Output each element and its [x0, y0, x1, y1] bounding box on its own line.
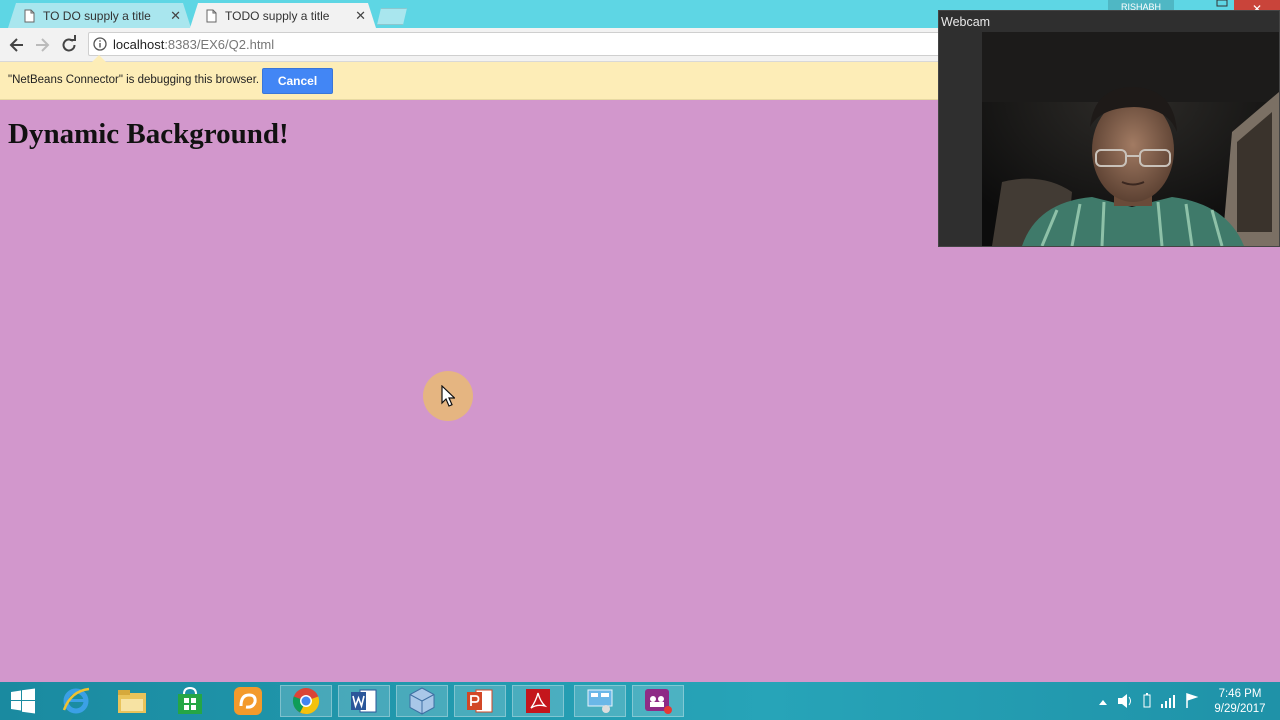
- signal-icon: [1161, 695, 1175, 708]
- taskbar-powerpoint[interactable]: [454, 685, 506, 717]
- battery-icon: [1143, 694, 1151, 708]
- internet-explorer-icon: [62, 687, 90, 714]
- system-clock[interactable]: 7:46 PM 9/29/2017: [1208, 687, 1272, 717]
- infobar-arrow: [92, 55, 106, 62]
- address-bar[interactable]: localhost:8383/EX6/Q2.html: [88, 32, 948, 56]
- webcam-person-image: [982, 32, 1279, 246]
- infobar-message: "NetBeans Connector" is debugging this b…: [8, 74, 260, 86]
- taskbar: 7:46 PM 9/29/2017: [0, 682, 1280, 720]
- page-heading: Dynamic Background!: [8, 118, 289, 150]
- back-icon[interactable]: [7, 35, 27, 55]
- store-icon: [178, 687, 202, 714]
- netbeans-icon: [409, 687, 435, 715]
- info-icon[interactable]: [93, 37, 107, 51]
- cancel-button[interactable]: Cancel: [262, 68, 333, 94]
- tab-inactive[interactable]: TO DO supply a title ✕: [8, 3, 191, 28]
- uc-browser-icon: [234, 687, 262, 715]
- windows-start-icon: [11, 688, 35, 714]
- taskbar-internet-explorer[interactable]: [50, 685, 102, 717]
- chrome-icon: [292, 688, 320, 715]
- powerpoint-icon: [467, 689, 493, 713]
- url-text: localhost:8383/EX6/Q2.html: [113, 37, 274, 52]
- tab-title: TODO supply a title: [225, 8, 330, 23]
- document-icon: [24, 9, 35, 22]
- taskbar-file-explorer[interactable]: [106, 685, 158, 717]
- system-tray: [1099, 692, 1199, 708]
- tab-active[interactable]: TODO supply a title ✕: [190, 3, 376, 28]
- webcam-feed: [982, 32, 1279, 246]
- webcam-title: Webcam: [941, 15, 991, 29]
- taskbar-chrome[interactable]: [280, 685, 332, 717]
- forward-icon[interactable]: [32, 35, 52, 55]
- taskbar-uc-browser[interactable]: [222, 685, 274, 717]
- word-icon: [351, 689, 377, 713]
- close-icon[interactable]: ✕: [355, 8, 366, 24]
- network-icon: [587, 689, 613, 713]
- tray-chevron-icon: [1099, 700, 1107, 705]
- cursor-arrow-icon: [441, 385, 455, 407]
- mouse-cursor: [423, 371, 473, 421]
- document-icon: [206, 9, 217, 22]
- taskbar-acrobat[interactable]: [512, 685, 564, 717]
- taskbar-word[interactable]: [338, 685, 390, 717]
- volume-icon: [1118, 694, 1127, 708]
- flag-icon: [1186, 692, 1199, 708]
- clock-date: 9/29/2017: [1214, 703, 1266, 715]
- recorder-icon: [645, 689, 672, 714]
- start-button[interactable]: [0, 685, 46, 717]
- acrobat-icon: [526, 689, 550, 713]
- url-host: localhost: [113, 36, 165, 52]
- tab-title: TO DO supply a title: [43, 8, 151, 23]
- close-icon[interactable]: ✕: [170, 8, 181, 24]
- taskbar-recorder[interactable]: [632, 685, 684, 717]
- taskbar-netbeans[interactable]: [396, 685, 448, 717]
- url-path: :8383/EX6/Q2.html: [164, 36, 275, 52]
- user-label: RISHABH: [1108, 0, 1174, 10]
- reload-icon[interactable]: [59, 35, 79, 55]
- restore-icon[interactable]: [1208, 0, 1236, 10]
- webcam-window[interactable]: Webcam: [938, 10, 1280, 247]
- taskbar-store[interactable]: [164, 685, 216, 717]
- new-tab-button[interactable]: [376, 8, 408, 25]
- file-explorer-icon: [118, 690, 146, 713]
- clock-time: 7:46 PM: [1218, 688, 1262, 700]
- taskbar-network[interactable]: [574, 685, 626, 717]
